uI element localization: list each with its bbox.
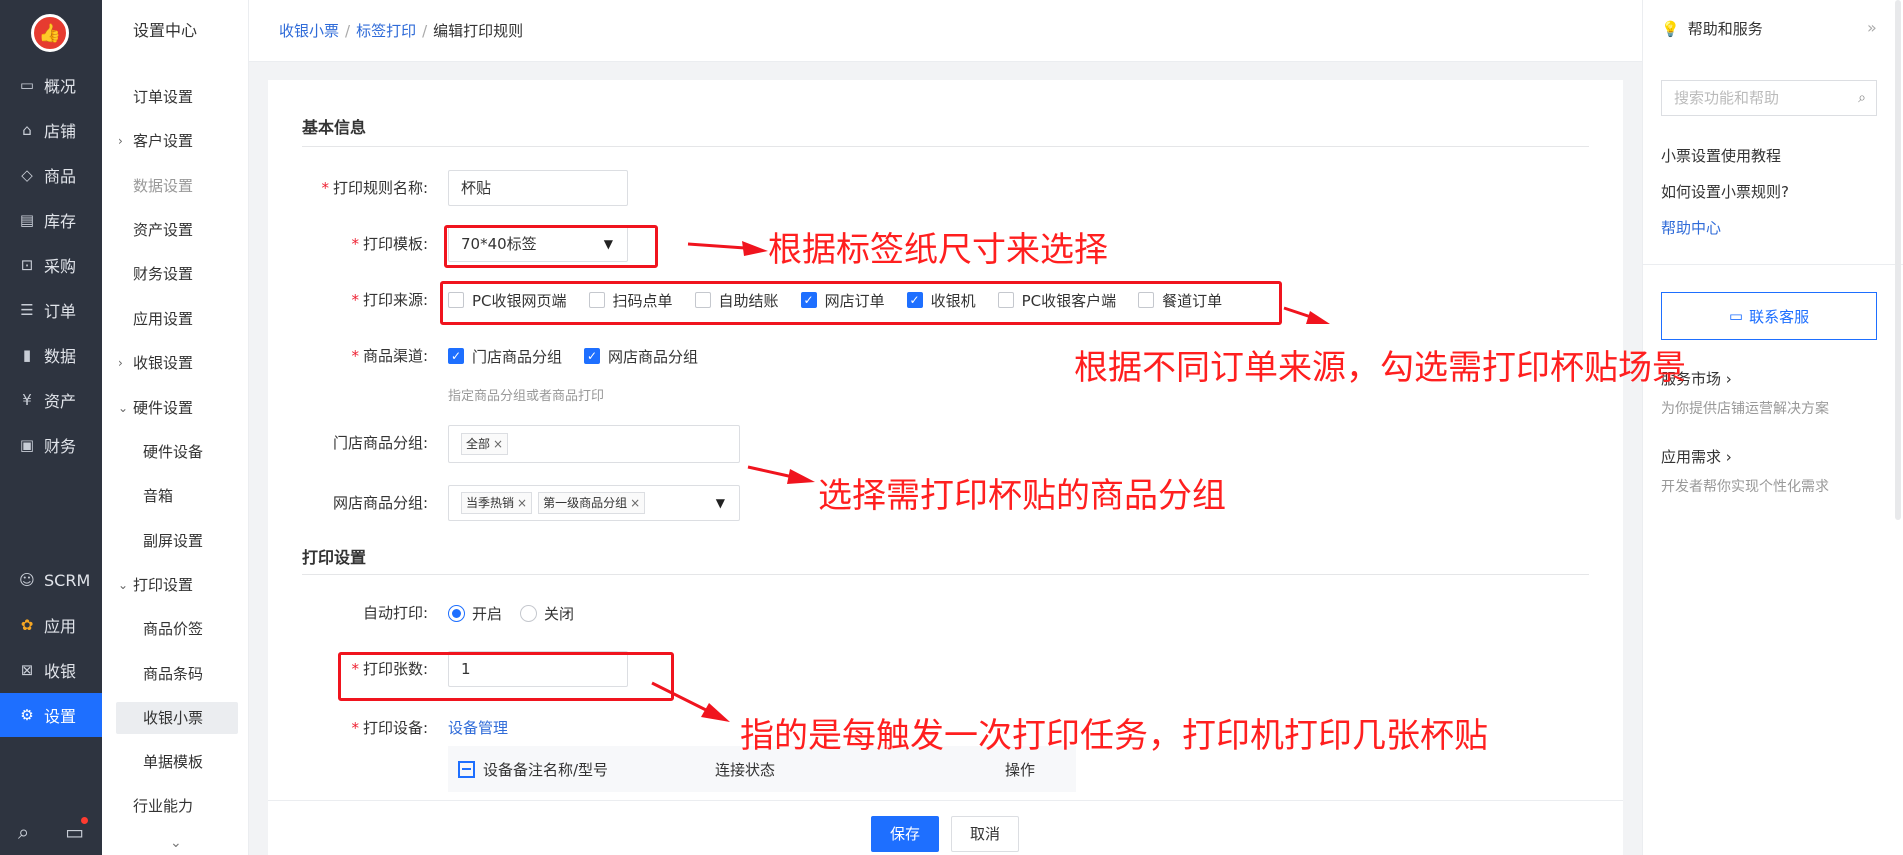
annotation-copies-note: 指的是每触发一次打印任务，打印机打印几张杯贴 [740,716,1488,756]
annotation-template-note: 根据标签纸尺寸来选择 [768,230,1108,270]
annotation-groups-note: 选择需打印杯贴的商品分组 [818,476,1226,516]
annotation-source-note: 根据不同订单来源，勾选需打印杯贴场景 [1074,348,1686,388]
